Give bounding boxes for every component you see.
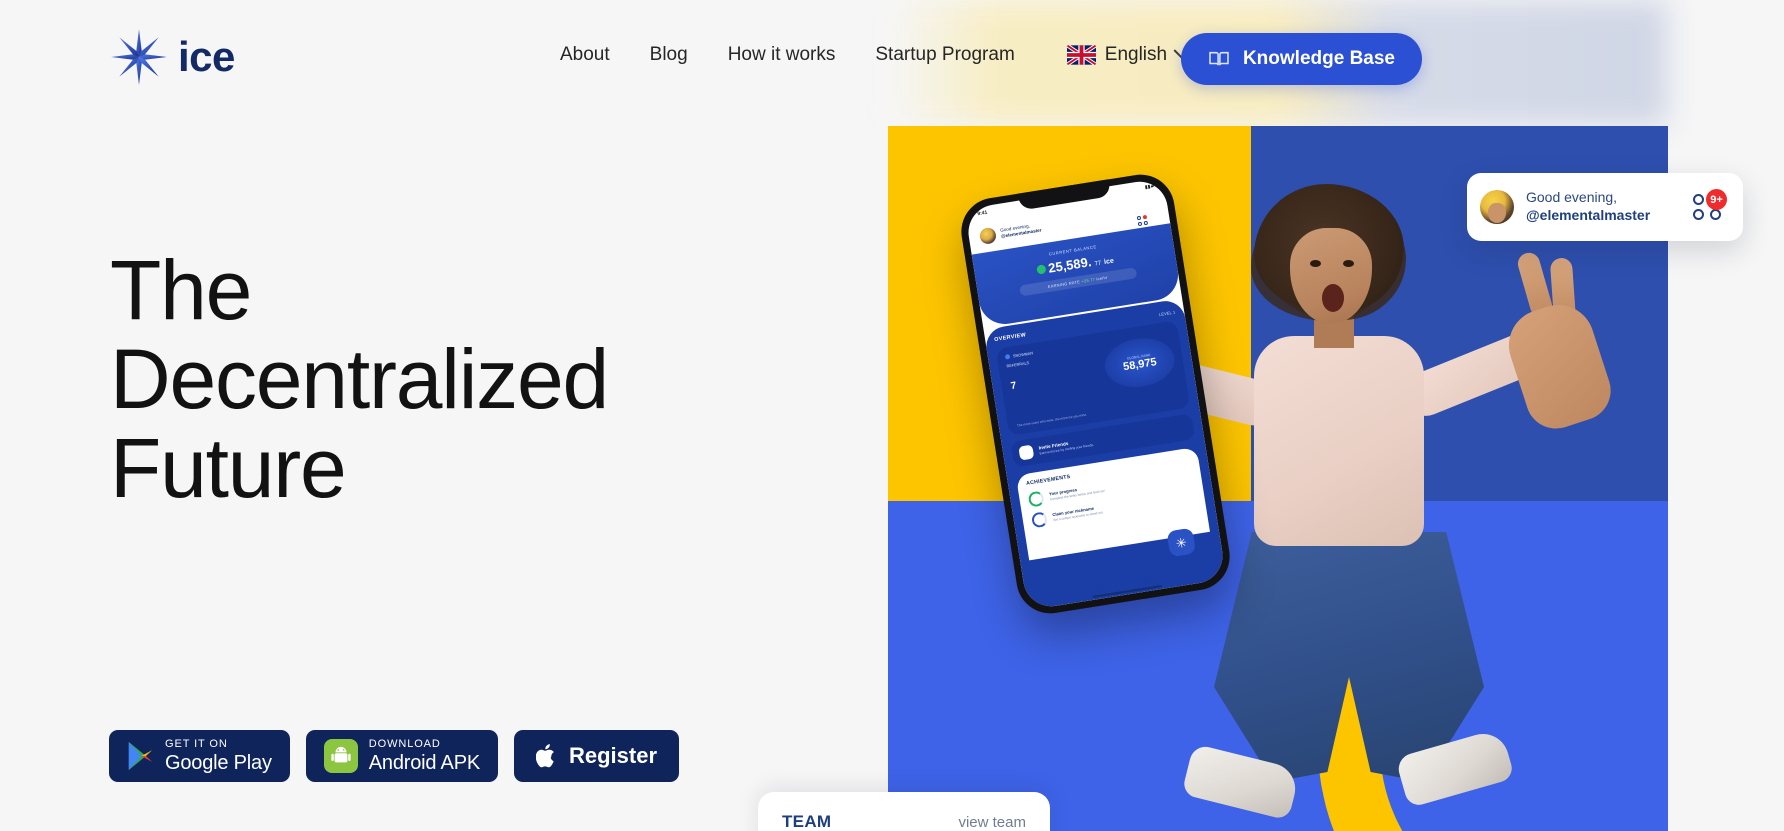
phone-overview-title: OVERVIEW — [993, 332, 1027, 344]
phone-status-icons: ▮▮▰ — [1144, 183, 1155, 191]
apple-icon — [535, 744, 554, 768]
person-torso — [1254, 336, 1424, 546]
phone-referrals-value: 7 — [1009, 380, 1018, 393]
notification-card[interactable]: Good evening, @elementalmaster 9+ — [1467, 173, 1743, 241]
person-hand-right — [1499, 295, 1619, 437]
android-robot-icon — [323, 739, 358, 773]
phone-avatar — [978, 226, 998, 246]
status-badge: 9+ — [1706, 189, 1727, 210]
notification-dots-icon[interactable]: 9+ — [1693, 189, 1727, 220]
ice-star-icon — [111, 29, 167, 85]
phone-tab-bar: ⌂ ◎ ⚇ ♡ — [1026, 564, 1226, 606]
nav-item-about[interactable]: About — [560, 44, 610, 66]
language-label: English — [1104, 44, 1168, 65]
android-apk-small-label: DOWNLOAD — [368, 738, 441, 750]
landing-page: 9:41 ▮▮▰ Good evening, @elementalmaster — [0, 0, 1784, 831]
person-eye-right — [1343, 260, 1354, 267]
phone-achievements-card: ACHIEVEMENTS Your progress Complete the … — [1015, 446, 1210, 602]
language-selector[interactable]: English — [1066, 42, 1191, 66]
notification-text: Good evening, @elementalmaster — [1526, 189, 1681, 225]
hero-image: 9:41 ▮▮▰ Good evening, @elementalmaster — [888, 0, 1668, 831]
headline-line-2: Decentralized — [110, 332, 609, 427]
brand-logo[interactable]: ice — [110, 28, 235, 86]
notification-username: @elementalmaster — [1526, 207, 1651, 223]
google-play-button[interactable]: GET IT ON Google Play — [109, 730, 290, 782]
android-apk-button[interactable]: DOWNLOAD Android APK — [305, 730, 498, 782]
headline-line-1: The — [110, 243, 252, 337]
phone-balance-dot-icon — [1035, 264, 1047, 275]
person-mouth — [1322, 284, 1344, 312]
phone-greeting-block: Good evening, @elementalmaster — [1000, 222, 1042, 240]
phone-balance-unit: ice — [1103, 257, 1115, 266]
avatar — [1480, 190, 1514, 224]
phone-tab-home-icon: ⌂ — [1046, 591, 1054, 602]
person-eye-left — [1310, 260, 1321, 267]
store-buttons: GET IT ON Google Play DOWNLOAD Android A… — [109, 730, 680, 782]
team-card-title: TEAM — [782, 812, 832, 831]
uk-flag-icon — [1066, 45, 1096, 65]
phone-content-sheet: OVERVIEW LEVEL 1 SNOWMAN REFERRALS 7 GLO… — [983, 298, 1227, 611]
view-team-link[interactable]: view team — [958, 814, 1026, 831]
phone-invite-icon — [1018, 444, 1035, 461]
google-play-big-label: Google Play — [165, 752, 272, 774]
site-header: ice About Blog How it works Startup Prog… — [0, 0, 1784, 118]
google-play-icon — [128, 742, 153, 770]
nav-item-blog[interactable]: Blog — [650, 44, 688, 66]
page-title: The Decentralized Future — [110, 243, 609, 516]
phone-tab-profile-icon: ♡ — [1194, 567, 1205, 579]
phone-rate-unit: ice/hr — [1095, 274, 1108, 282]
phone-snowman-label: SNOWMAN — [1012, 350, 1034, 358]
google-play-small-label: GET IT ON — [165, 738, 228, 750]
knowledge-base-label: Knowledge Base — [1242, 48, 1395, 69]
headline-line-3: Future — [110, 421, 347, 516]
team-card[interactable]: TEAM view team — [758, 792, 1050, 831]
phone-rate-label: EARNING RATE — [1047, 279, 1081, 290]
book-icon — [1209, 51, 1229, 66]
android-apk-big-label: Android APK — [368, 752, 480, 774]
phone-claim-ring-icon — [1030, 511, 1049, 529]
phone-mine-fab-icon: ✳ — [1166, 527, 1197, 558]
phone-rate-value: +29.77 — [1080, 276, 1096, 284]
brand-name: ice — [178, 33, 235, 80]
phone-balance-int: 25,589. — [1047, 254, 1093, 276]
main-nav: About Blog How it works Startup Program … — [560, 42, 1191, 66]
hero-person: 9:41 ▮▮▰ Good evening, @elementalmaster — [956, 156, 1668, 831]
nav-item-startup-program[interactable]: Startup Program — [875, 44, 1014, 66]
phone-progress-ring-icon — [1027, 490, 1045, 508]
notification-greeting: Good evening, — [1526, 189, 1618, 206]
phone-level-label: LEVEL 1 — [1158, 309, 1176, 317]
phone-referrals-label: REFERRALS — [1006, 361, 1030, 369]
knowledge-base-button[interactable]: Knowledge Base — [1180, 33, 1422, 85]
phone-status-time: 9:41 — [976, 209, 988, 218]
register-button[interactable]: Register — [513, 730, 680, 782]
phone-balance-dec: 77 — [1094, 260, 1102, 268]
nav-item-how-it-works[interactable]: How it works — [728, 44, 836, 66]
register-label: Register — [568, 743, 658, 768]
